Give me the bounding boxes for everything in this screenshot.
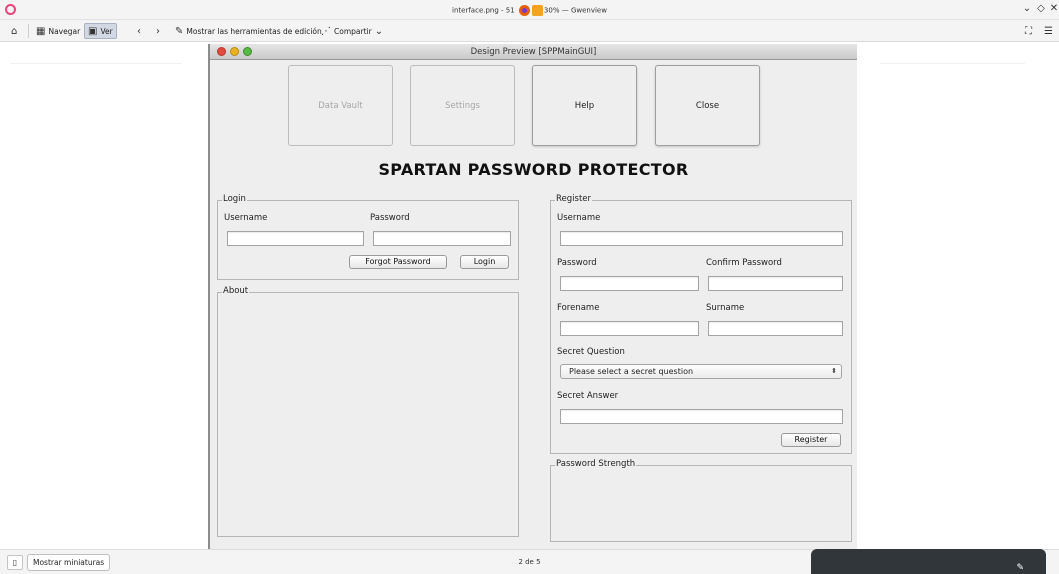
login-username-label: Username [224,213,268,223]
browse-button[interactable]: ▦ Navegar [33,23,83,39]
forgot-password-button[interactable]: Forgot Password [349,255,447,269]
edit-tools-button[interactable]: ✎ Mostrar las herramientas de edición [172,23,325,39]
window-title-file: interface.png - 51 [452,6,515,15]
share-label: Compartir [334,26,372,36]
close-window-button[interactable]: ✕ [1048,3,1059,14]
secret-answer-label: Secret Answer [557,391,619,401]
chevron-right-icon: › [156,25,160,37]
register-panel: Register Username Password Confirm Passw… [550,194,852,454]
app-header: SPARTAN PASSWORD PROTECTOR [378,160,689,179]
about-panel: About [217,286,519,537]
image-icon: ▣ [88,25,98,37]
close-button[interactable]: Close [655,65,760,146]
password-strength-legend: Password Strength [555,459,637,469]
data-vault-button[interactable]: Data Vault [288,65,393,146]
confirm-password-input[interactable] [708,276,843,291]
login-username-input[interactable] [227,231,364,246]
register-password-label: Password [557,258,597,268]
design-preview-window: Design Preview [SPPMainGUI] Data Vault S… [208,44,857,549]
secret-question-value: Please select a secret question [569,367,694,376]
secret-question-select[interactable]: Please select a secret question ⬍ [560,364,842,379]
updown-arrow-icon: ⬍ [831,367,837,375]
chevron-left-icon: ‹ [137,25,141,37]
forename-input[interactable] [560,321,699,336]
confirm-password-label: Confirm Password [706,258,782,268]
login-panel: Login Username Password Forgot Password … [217,194,519,280]
grid-icon: ▦ [36,25,46,37]
maximize-button[interactable]: ◇ [1035,3,1047,14]
fullscreen-button[interactable]: ⛶ [1022,23,1035,39]
view-button[interactable]: ▣ Ver [84,23,117,39]
minimize-button[interactable]: ⌄ [1021,3,1033,14]
help-button[interactable]: Help [532,65,637,146]
settings-button[interactable]: Settings [410,65,515,146]
home-icon: ⌂ [11,25,18,37]
divider [880,63,1025,64]
register-username-input[interactable] [560,231,843,246]
notification-icon: ✎ [1016,563,1024,573]
toolbar-separator [28,24,29,38]
login-button[interactable]: Login [460,255,509,269]
zoom-dot-icon[interactable] [243,47,252,56]
secret-answer-input[interactable] [560,409,843,424]
edit-tools-label: Mostrar las herramientas de edición [186,26,322,36]
main-menu-button[interactable]: ☰ [1041,23,1056,39]
register-button[interactable]: Register [781,433,841,447]
fullscreen-icon: ⛶ [1025,25,1032,37]
window-title-zoom: 30% [543,6,560,15]
view-label: Ver [100,26,113,36]
share-button[interactable]: ⋰ Compartir ⌄ [318,23,386,39]
login-legend: Login [222,194,247,204]
secret-question-label: Secret Question [557,347,625,357]
window-title-app: — Gwenview [561,6,607,15]
login-password-label: Password [370,213,410,223]
home-button[interactable]: ⌂ [8,23,20,39]
preview-titlebar: Design Preview [SPPMainGUI] [210,44,857,60]
edit-icon: ✎ [175,25,184,37]
browse-label: Navegar [48,26,81,36]
preview-title: Design Preview [SPPMainGUI] [470,47,597,57]
register-username-label: Username [557,213,601,223]
zoom-icon [531,5,543,16]
surname-label: Surname [706,303,745,313]
firefox-icon [518,5,530,16]
password-strength-panel: Password Strength [550,459,852,542]
close-dot-icon[interactable] [217,47,226,56]
surname-input[interactable] [708,321,843,336]
login-password-input[interactable] [373,231,511,246]
chevron-down-icon: ⌄ [374,25,384,37]
register-legend: Register [555,194,592,204]
window-titlebar: interface.png - 51 30% — Gwenview ⌄ ◇ ✕ [0,0,1059,20]
main-toolbar: ⌂ ▦ Navegar ▣ Ver ‹ › ✎ Mostrar las herr… [0,20,1059,42]
hamburger-menu-icon: ☰ [1044,25,1053,37]
minimize-dot-icon[interactable] [230,47,239,56]
notification-popup[interactable]: ✎ [811,549,1046,574]
register-password-input[interactable] [560,276,699,291]
forward-button[interactable]: › [153,23,163,39]
window-title: interface.png - 51 30% — Gwenview [0,5,1059,16]
back-button[interactable]: ‹ [134,23,144,39]
share-icon: ⋰ [321,25,331,37]
forename-label: Forename [557,303,600,313]
about-legend: About [222,286,250,296]
divider [10,63,182,64]
